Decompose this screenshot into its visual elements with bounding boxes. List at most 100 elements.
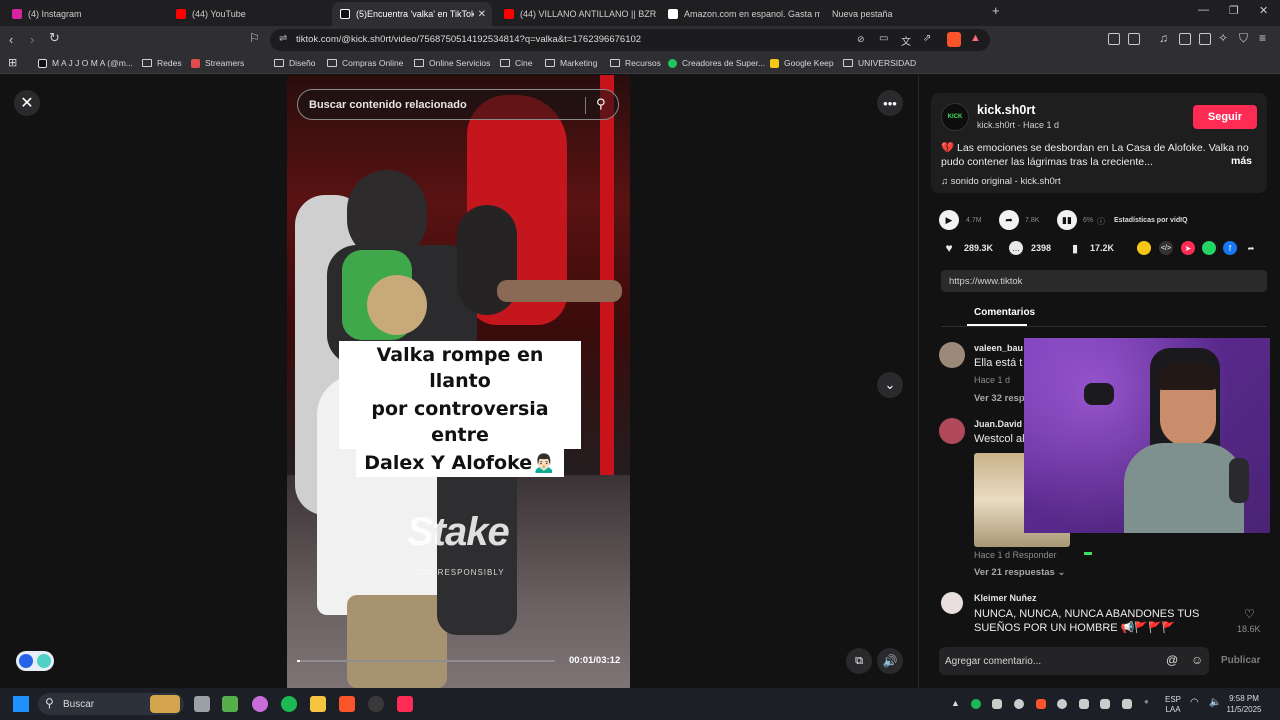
input-language[interactable]: ESP LAA	[1163, 695, 1183, 715]
minimize-icon[interactable]: —	[1198, 4, 1209, 16]
author-name[interactable]: kick.sh0rt	[977, 103, 1035, 117]
tab-new[interactable]: Nueva pestaña	[824, 2, 984, 26]
close-window-icon[interactable]: ✕	[1259, 4, 1268, 17]
search-icon[interactable]: ⚲	[596, 96, 606, 112]
clock-date[interactable]: 11/5/2025	[1224, 705, 1264, 714]
bookmark-redes[interactable]: Redes	[142, 58, 182, 68]
sound-link[interactable]: ♫ sonido original - kick.sh0rt	[941, 176, 1061, 187]
forward-icon[interactable]: ›	[30, 32, 34, 47]
spotify-tray-icon[interactable]	[971, 699, 981, 709]
clock-time[interactable]: 9:58 PM	[1224, 694, 1264, 703]
file-explorer-icon[interactable]	[310, 696, 326, 712]
heart-icon[interactable]: ♥	[942, 241, 956, 255]
tab-instagram[interactable]: (4) Instagram	[4, 2, 164, 26]
bookmark-compras[interactable]: Compras Online	[327, 58, 403, 68]
restore-icon[interactable]: ❐	[1229, 4, 1239, 17]
bookmark-recursos[interactable]: Recursos	[610, 58, 661, 68]
send-icon[interactable]: ➤	[1181, 241, 1195, 255]
spotify-icon[interactable]	[281, 696, 297, 712]
next-video-button[interactable]: ⌄	[877, 372, 903, 398]
follow-button[interactable]: Seguir	[1193, 105, 1257, 129]
more-link[interactable]: más	[1231, 155, 1252, 167]
comment-user[interactable]: valeen_bau	[974, 343, 1023, 353]
stats-icon[interactable]: ▮▮	[1057, 210, 1077, 230]
bookmark-keep[interactable]: Google Keep	[770, 58, 834, 68]
task-view-icon[interactable]	[194, 696, 210, 712]
tray-icon[interactable]	[992, 699, 1002, 709]
bookmark-diseno[interactable]: Diseño	[274, 58, 315, 68]
more-options-button[interactable]: •••	[877, 90, 903, 116]
tab-youtube[interactable]: (44) YouTube	[168, 2, 328, 26]
volume-button[interactable]: 🔊	[877, 648, 903, 674]
emoji-icon[interactable]: ☺	[1191, 653, 1203, 667]
comment-user[interactable]: Juan.David	[974, 419, 1022, 429]
close-video-button[interactable]: ✕	[14, 90, 40, 116]
apps-grid-icon[interactable]: ⊞	[8, 56, 17, 69]
bookmark-icon[interactable]: ⚐	[249, 31, 260, 45]
site-info-icon[interactable]: ⇌	[279, 33, 287, 44]
tray-icon[interactable]	[1079, 699, 1089, 709]
reading-list-icon[interactable]	[1199, 33, 1211, 45]
volume-icon[interactable]: 🔈	[1209, 697, 1221, 708]
comment-user[interactable]: Kleimer Nuñez	[974, 593, 1037, 603]
brave-shield-icon[interactable]	[947, 32, 961, 47]
share-icon[interactable]: ⇗	[923, 33, 931, 44]
bookmark-universidad[interactable]: UNIVERSIDAD	[843, 58, 916, 68]
embed-icon[interactable]: </>	[1159, 241, 1173, 255]
coin-icon[interactable]	[1137, 241, 1151, 255]
copy-link-field[interactable]: https://www.tiktok	[941, 270, 1267, 292]
video-progress-bar[interactable]	[297, 660, 555, 662]
close-tab-icon[interactable]: ✕	[478, 9, 486, 20]
wifi-icon[interactable]: ◠	[1190, 697, 1199, 708]
add-comment-input[interactable]: Agregar comentario... @ ☺	[939, 647, 1209, 675]
address-bar[interactable]: ⇌ tiktok.com/@kick.sh0rt/video/756875051…	[270, 29, 990, 51]
github-icon[interactable]	[368, 696, 384, 712]
tray-icon[interactable]	[1014, 699, 1024, 709]
no-tracking-icon[interactable]: ⊘	[857, 34, 865, 45]
new-tab-button[interactable]: +	[992, 3, 1000, 18]
tab-tiktok[interactable]: (5)Encuentra 'valka' en TikTok ✕	[332, 2, 492, 26]
leo-icon[interactable]: ✧	[1218, 31, 1228, 45]
minecraft-icon[interactable]	[222, 696, 238, 712]
brave-tray-icon[interactable]	[1036, 699, 1046, 709]
play-count-icon[interactable]: ▶	[939, 210, 959, 230]
translate-icon[interactable]: 文	[901, 33, 911, 48]
bookmark-cine[interactable]: Cine	[500, 58, 532, 68]
related-search-input[interactable]: Buscar contenido relacionado ⚲	[297, 89, 619, 120]
video-player[interactable]: Valka rompe en llanto por controversia e…	[287, 75, 630, 688]
tray-icon[interactable]	[1057, 699, 1067, 709]
share-icon[interactable]: ➦	[999, 210, 1019, 230]
share-more-icon[interactable]: ➦	[1244, 241, 1258, 255]
discord-icon[interactable]	[1122, 699, 1132, 709]
tab-villano[interactable]: (44) VILLANO ANTILLANO || BZRP M	[496, 2, 656, 26]
wallet-icon[interactable]	[1128, 33, 1140, 45]
view-replies-link[interactable]: Ver 32 respu	[974, 393, 1031, 404]
vpn-icon[interactable]: ⛉	[1239, 31, 1248, 46]
cast-icon[interactable]: ▭	[879, 33, 888, 44]
tray-chevron-icon[interactable]: ▲	[951, 698, 960, 708]
bookmark-streamers[interactable]: Streamers	[191, 58, 244, 68]
heart-icon[interactable]: ♡	[1244, 607, 1255, 621]
bookmark-majjoma[interactable]: M A J J O M A (@m...	[38, 58, 133, 68]
bookmark-icon[interactable]: ▮	[1068, 241, 1082, 255]
bookmark-marketing[interactable]: Marketing	[545, 58, 597, 68]
vidiq-toggle[interactable]	[16, 651, 54, 671]
publish-button[interactable]: Publicar	[1221, 655, 1260, 666]
steam-icon[interactable]	[1100, 699, 1110, 709]
back-icon[interactable]: ‹	[9, 32, 13, 47]
vidiq-stats-label[interactable]: Estadísticas por vidIQ	[1114, 217, 1188, 224]
microphone-icon[interactable]: ●	[1144, 697, 1149, 706]
windows-start-icon[interactable]	[13, 696, 29, 712]
avatar[interactable]	[939, 418, 965, 444]
avatar[interactable]: KICK	[941, 103, 969, 131]
view-replies-link[interactable]: Ver 21 respuestas ⌄	[974, 567, 1065, 578]
tiktok-icon[interactable]	[397, 696, 413, 712]
sidebar-icon[interactable]	[1179, 33, 1191, 45]
whatsapp-icon[interactable]	[1202, 241, 1216, 255]
bookmark-creadores[interactable]: Creadores de Super...	[668, 58, 765, 68]
reload-icon[interactable]: ↻	[49, 30, 60, 46]
brave-icon[interactable]	[339, 696, 355, 712]
tab-comments[interactable]: Comentarios	[974, 307, 1035, 318]
extensions-icon[interactable]	[1108, 33, 1120, 45]
facebook-icon[interactable]: f	[1223, 241, 1237, 255]
